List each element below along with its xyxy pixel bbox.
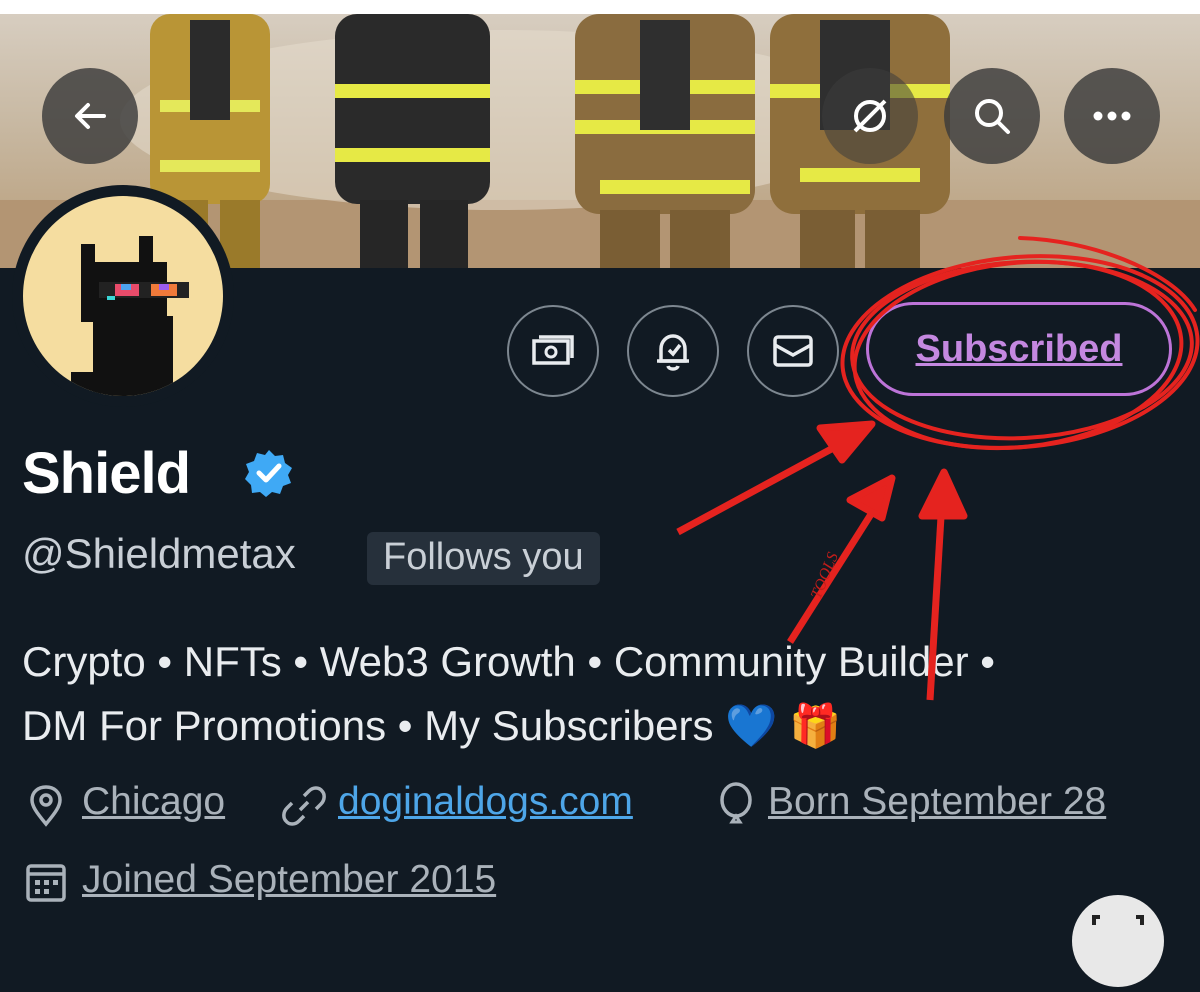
envelope-icon	[773, 335, 813, 367]
verified-badge-icon[interactable]	[244, 448, 294, 498]
bell-check-icon	[657, 334, 689, 371]
bio-line-2: DM For Promotions • My Subscribers 💙 🎁	[22, 702, 842, 749]
birthday-text: Born September 28	[768, 780, 1107, 823]
follows-you-badge: Follows you	[367, 532, 600, 585]
subscribed-button[interactable]: Subscribed	[866, 302, 1172, 396]
link-icon	[282, 786, 326, 826]
message-button[interactable]	[747, 305, 839, 397]
expand-button[interactable]	[1072, 895, 1164, 987]
profile-handle: @Shieldmetax	[22, 530, 296, 577]
location-pin-icon	[30, 785, 62, 827]
profile-bio: Crypto • NFTs • Web3 Growth • Community …	[22, 630, 1182, 758]
more-dots-icon	[1093, 111, 1131, 121]
more-button[interactable]	[1064, 68, 1160, 164]
no-repost-icon	[853, 99, 887, 133]
bio-line-1: Crypto • NFTs • Web3 Growth • Community …	[22, 638, 995, 685]
calendar-icon	[26, 864, 66, 902]
arrow-left-icon	[75, 103, 106, 129]
profile-avatar[interactable]	[12, 185, 234, 407]
search-icon	[975, 99, 1010, 134]
website-link[interactable]: doginaldogs.com	[338, 780, 633, 824]
tip-button[interactable]	[507, 305, 599, 397]
search-button[interactable]	[944, 68, 1040, 164]
notify-button[interactable]	[627, 305, 719, 397]
avatar-image	[23, 196, 223, 396]
expand-icon	[1092, 915, 1144, 925]
balloon-icon	[720, 782, 752, 824]
repost-disabled-button[interactable]	[822, 68, 918, 164]
joined-text: Joined September 2015	[82, 858, 497, 901]
profile-name: Shield	[22, 441, 191, 506]
money-icon	[532, 335, 574, 365]
back-button[interactable]	[42, 68, 138, 164]
location-text: Chicago	[82, 780, 226, 823]
svg-text:TOOLS: TOOLS	[808, 550, 842, 601]
